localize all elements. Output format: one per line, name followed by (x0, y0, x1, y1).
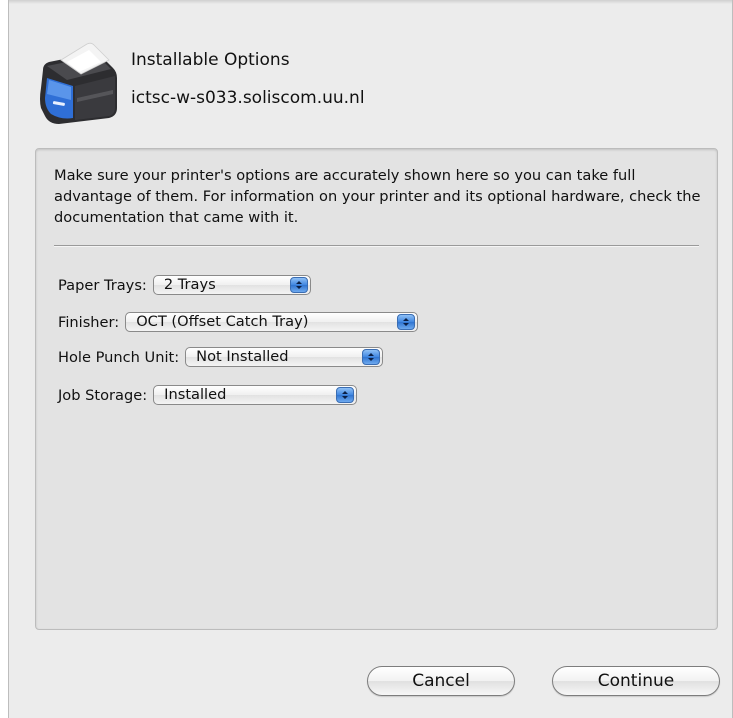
printer-icon (40, 42, 117, 124)
popup-arrows-icon (397, 314, 416, 330)
cancel-button[interactable]: Cancel (367, 666, 515, 696)
panel-divider (54, 245, 699, 247)
hole-punch-popup[interactable]: Not Installed (185, 347, 384, 367)
installable-options-sheet: Installable Options ictsc-w-s033.solisco… (8, 0, 733, 718)
popup-arrows-icon (336, 387, 355, 403)
option-row-finisher: Finisher: OCT (Offset Catch Tray) (58, 310, 419, 334)
printer-hostname: ictsc-w-s033.soliscom.uu.nl (131, 88, 365, 108)
finisher-label: Finisher: (58, 313, 120, 331)
paper-trays-value: 2 Trays (163, 276, 216, 293)
paper-trays-label: Paper Trays: (58, 276, 147, 294)
popup-arrows-icon (289, 277, 308, 293)
sheet-top-edge (9, 0, 732, 4)
job-storage-value: Installed (164, 386, 227, 403)
job-storage-label: Job Storage: (58, 386, 148, 404)
dialog-title: Installable Options (131, 50, 290, 70)
job-storage-popup[interactable]: Installed (153, 385, 358, 405)
popup-arrows-icon (362, 349, 381, 365)
option-row-paper-trays: Paper Trays: 2 Trays (58, 273, 311, 297)
paper-trays-popup[interactable]: 2 Trays (152, 275, 311, 295)
panel-description: Make sure your printer's options are acc… (54, 167, 701, 226)
option-row-hole-punch: Hole Punch Unit: Not Installed (58, 345, 384, 369)
hole-punch-label: Hole Punch Unit: (58, 348, 180, 366)
finisher-value: OCT (Offset Catch Tray) (136, 313, 309, 330)
continue-button[interactable]: Continue (552, 666, 720, 696)
options-panel: Make sure your printer's options are acc… (35, 148, 718, 630)
option-row-job-storage: Job Storage: Installed (58, 383, 358, 407)
finisher-popup[interactable]: OCT (Offset Catch Tray) (125, 312, 419, 332)
hole-punch-value: Not Installed (196, 348, 289, 365)
